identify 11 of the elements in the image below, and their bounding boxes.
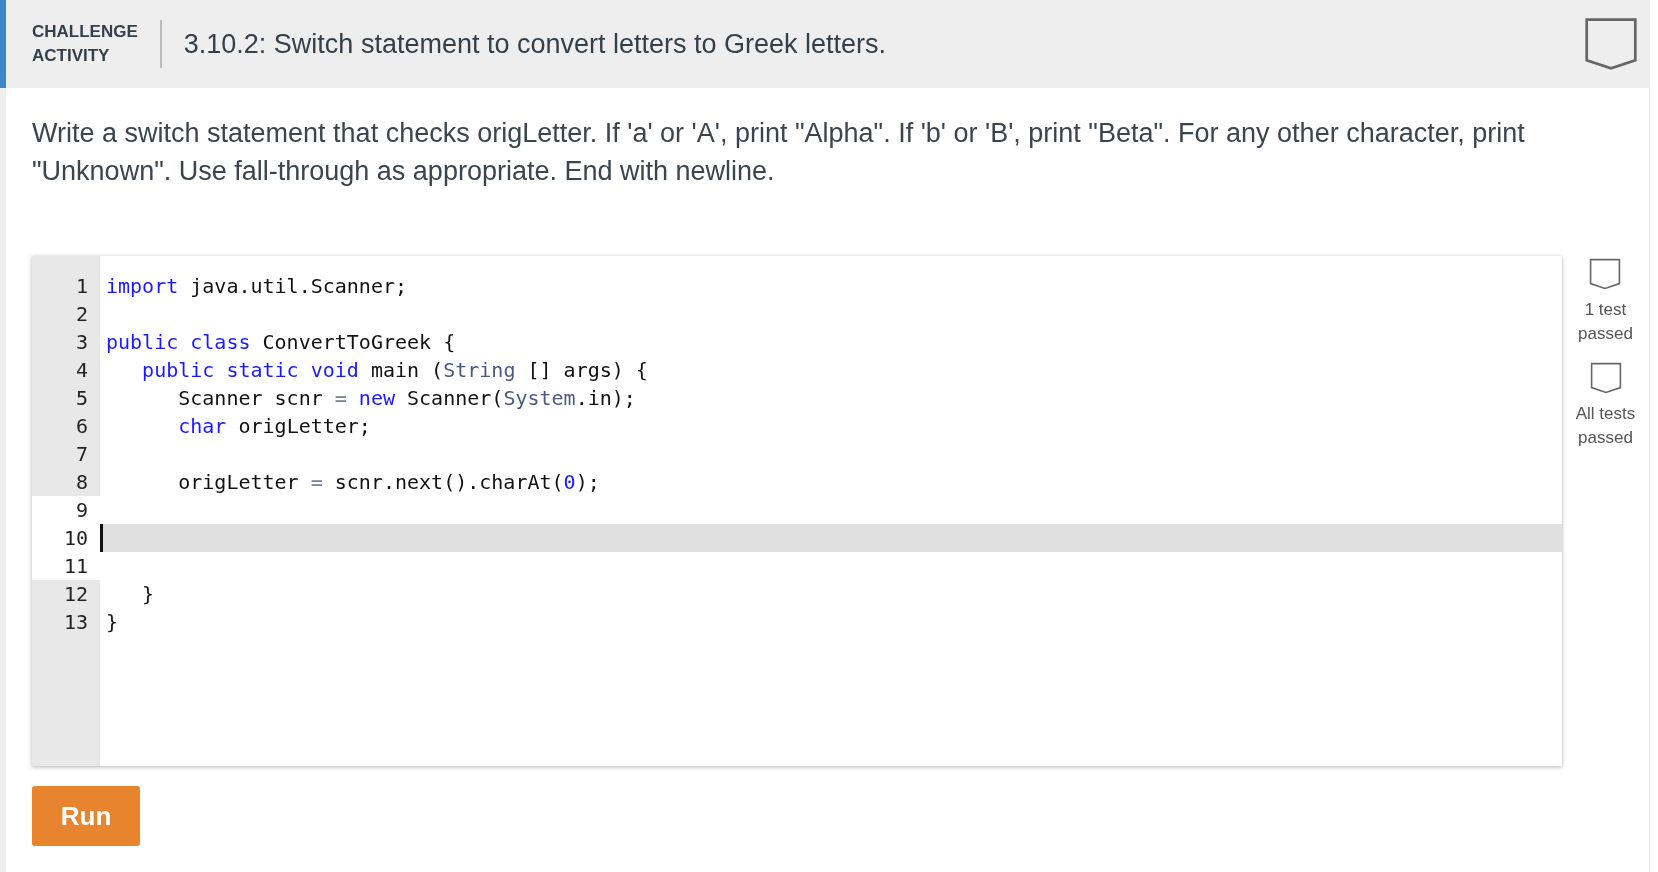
badge-icon <box>1589 360 1622 396</box>
instructions: Write a switch statement that checks origLetter. If 'a' or 'A', print "Alpha". If 'b' or 'B', print "Beta". For any other character, print "Unknown". Use fall-through as appropriate. End with newline. <box>32 117 1526 188</box>
activity-label: CHALLENGE ACTIVITY <box>32 20 162 68</box>
test-status: All tests passed <box>1575 403 1636 449</box>
line-number: 9 <box>32 496 100 524</box>
activity-title: 3.10.2: Switch statement to convert letters to Greek letters. <box>182 28 888 60</box>
line-number: 10 <box>32 524 100 552</box>
test-status: 1 test passed <box>1578 299 1633 345</box>
badge-icon <box>1589 256 1622 292</box>
code-editor[interactable] <box>32 256 1562 766</box>
line-number: 11 <box>32 552 100 580</box>
